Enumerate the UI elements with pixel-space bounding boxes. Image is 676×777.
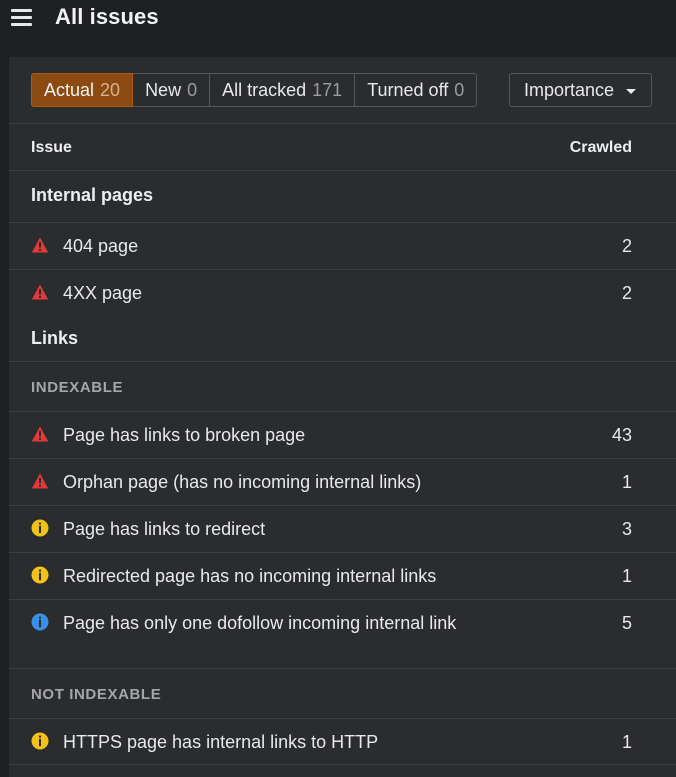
- tab-actual[interactable]: Actual 20: [31, 73, 134, 107]
- tab-label: All tracked: [222, 79, 307, 100]
- issue-name: Orphan page (has no incoming internal li…: [63, 472, 422, 492]
- chevron-down-icon: [626, 89, 636, 94]
- subgroup-header-indexable: INDEXABLE: [9, 361, 676, 411]
- tab-count: 20: [100, 79, 121, 100]
- group-label: Internal pages: [31, 185, 154, 205]
- issue-name: HTTPS page has internal links to HTTP: [63, 732, 379, 752]
- tab-turned-off[interactable]: Turned off 0: [355, 73, 478, 107]
- subgroup-label: NOT INDEXABLE: [31, 686, 162, 703]
- issue-name: Page has links to broken page: [63, 425, 306, 445]
- tab-label: Actual: [44, 79, 95, 100]
- column-header-crawled[interactable]: Crawled: [570, 139, 632, 157]
- crawled-count[interactable]: 3: [622, 518, 632, 541]
- crawled-count[interactable]: 2: [622, 282, 632, 305]
- table-row[interactable]: Page has links to broken page 43: [9, 411, 676, 458]
- filter-tabs: Actual 20 New 0 All tracked 171 Turned o…: [31, 73, 478, 107]
- table-row[interactable]: Page has links to redirect 3: [9, 505, 676, 552]
- issue-name: Page has links to redirect: [63, 519, 266, 539]
- warning-circle-icon: [31, 566, 49, 584]
- top-bar: All issues: [0, 0, 676, 57]
- tab-new[interactable]: New 0: [133, 73, 211, 107]
- subgroup-label: INDEXABLE: [31, 379, 124, 396]
- crawled-count[interactable]: 5: [622, 612, 632, 635]
- subgroup-header-not-indexable: NOT INDEXABLE: [9, 668, 676, 718]
- error-triangle-icon: [31, 284, 49, 300]
- table-row[interactable]: Orphan page (has no incoming internal li…: [9, 458, 676, 505]
- crawled-count[interactable]: 2: [622, 235, 632, 258]
- page-title: All issues: [55, 4, 159, 29]
- table-row[interactable]: 404 page 2: [9, 222, 676, 269]
- hamburger-menu-icon[interactable]: [11, 9, 32, 27]
- tab-count: 0: [187, 79, 198, 100]
- crawled-count[interactable]: 1: [622, 731, 632, 754]
- table-header: Issue Crawled: [9, 123, 676, 170]
- error-triangle-icon: [31, 237, 49, 253]
- issue-name: Page has only one dofollow incoming inte…: [63, 613, 457, 633]
- tab-all-tracked[interactable]: All tracked 171: [210, 73, 356, 107]
- issue-name: 404 page: [63, 236, 139, 256]
- issues-table: Issue Crawled Internal pages 404 page 2 …: [9, 123, 676, 765]
- issues-panel: Actual 20 New 0 All tracked 171 Turned o…: [9, 57, 676, 777]
- error-triangle-icon: [31, 473, 49, 489]
- tab-label: Turned off: [367, 79, 449, 100]
- issue-name: 4XX page: [63, 283, 143, 303]
- issue-name: Redirected page has no incoming internal…: [63, 566, 437, 586]
- error-triangle-icon: [31, 426, 49, 442]
- group-header-internal-pages: Internal pages: [9, 170, 676, 222]
- table-row[interactable]: HTTPS page has internal links to HTTP 1: [9, 718, 676, 765]
- warning-circle-icon: [31, 732, 49, 750]
- info-circle-icon: [31, 613, 49, 631]
- tab-label: New: [145, 79, 182, 100]
- table-row[interactable]: Redirected page has no incoming internal…: [9, 552, 676, 599]
- table-row[interactable]: Page has only one dofollow incoming inte…: [9, 599, 676, 668]
- tab-count: 0: [454, 79, 465, 100]
- crawled-count[interactable]: 1: [622, 471, 632, 494]
- importance-label: Importance: [524, 79, 615, 100]
- crawled-count[interactable]: 43: [612, 424, 632, 447]
- crawled-count[interactable]: 1: [622, 565, 632, 588]
- importance-dropdown[interactable]: Importance: [509, 73, 652, 107]
- group-header-links: Links: [9, 316, 676, 361]
- column-header-issue[interactable]: Issue: [31, 139, 72, 157]
- tab-count: 171: [312, 79, 343, 100]
- table-row[interactable]: 4XX page 2: [9, 269, 676, 316]
- group-label: Links: [31, 328, 79, 348]
- warning-circle-icon: [31, 519, 49, 537]
